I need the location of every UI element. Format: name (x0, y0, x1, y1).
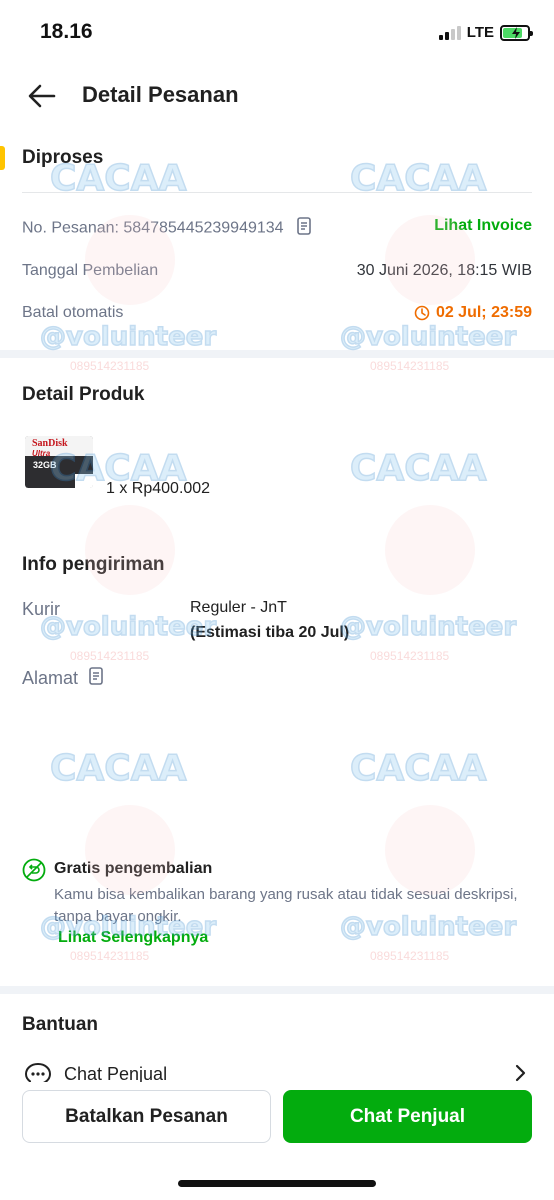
home-indicator[interactable] (178, 1180, 376, 1187)
auto-cancel-label: Batal otomatis (22, 304, 124, 321)
copy-icon[interactable] (88, 667, 104, 690)
status-bar: 18.16 LTE (0, 0, 554, 64)
order-number-text: No. Pesanan: 584785445239949134 (22, 219, 284, 237)
order-number-row: No. Pesanan: 584785445239949134 (22, 217, 312, 240)
product-brand-text: SanDisk (32, 438, 68, 449)
network-type: LTE (466, 24, 494, 41)
courier-label: Kurir (22, 599, 61, 619)
svg-text:CACAA: CACAA (50, 748, 187, 789)
order-status-title: Diproses (22, 147, 104, 168)
svg-text:CACAA: CACAA (350, 448, 487, 489)
divider (22, 192, 532, 193)
watermark: CACAA @voluinteer 089514231185 (339, 447, 517, 663)
chat-seller-button[interactable]: Chat Penjual (283, 1090, 532, 1143)
svg-text:089514231185: 089514231185 (370, 949, 450, 963)
address-label: Alamat (22, 668, 79, 688)
purchase-date-value: 30 Juni 2026, 18:15 WIB (356, 262, 532, 279)
bottom-action-bar: Batalkan Pesanan Chat Penjual (0, 1082, 554, 1200)
product-qty-price: 1 x Rp400.002 (106, 480, 211, 497)
clock-icon (414, 305, 430, 321)
page-header: Detail Pesanan (0, 70, 554, 120)
arrow-left-icon (28, 84, 56, 108)
invoice-link[interactable]: Lihat Invoice (434, 217, 532, 235)
battery-icon (500, 24, 533, 41)
back-button[interactable] (24, 78, 60, 114)
see-more-link[interactable]: Lihat Selengkapnya (58, 929, 208, 947)
address-row: Alamat (22, 667, 104, 690)
auto-cancel-value-row: 02 Jul; 23:59 (414, 304, 532, 322)
cancel-order-button[interactable]: Batalkan Pesanan (22, 1090, 271, 1143)
status-indicators: LTE (438, 24, 533, 41)
chevron-right-icon (515, 1064, 526, 1082)
free-return-description: Kamu bisa kembalikan barang yang rusak a… (54, 886, 518, 925)
svg-text:@voluinteer: @voluinteer (340, 322, 516, 352)
svg-text:089514231185: 089514231185 (370, 359, 450, 373)
svg-text:089514231185: 089514231185 (70, 359, 150, 373)
delivery-estimate: (Estimasi tiba 20 Jul) (190, 624, 350, 641)
help-section-title: Bantuan (22, 1014, 98, 1035)
status-accent-bar (0, 146, 5, 170)
product-capacity-text: 32GB (33, 460, 57, 470)
auto-cancel-value: 02 Jul; 23:59 (435, 304, 532, 321)
copy-icon[interactable] (296, 217, 312, 240)
section-divider (0, 986, 554, 994)
svg-text:@voluinteer: @voluinteer (340, 612, 516, 642)
signal-icon (438, 25, 461, 40)
product-line-text: Ultra (32, 449, 51, 458)
shipping-section-title: Info pengiriman (22, 554, 165, 575)
page-title: Detail Pesanan (82, 82, 239, 107)
product-section-title: Detail Produk (22, 384, 145, 405)
purchase-date-label: Tanggal Pembelian (22, 262, 159, 279)
svg-text:089514231185: 089514231185 (70, 949, 150, 963)
free-return-title: Gratis pengembalian (54, 860, 213, 877)
section-divider (0, 350, 554, 358)
courier-value: Reguler - JnT (190, 599, 287, 616)
status-time: 18.16 (40, 20, 93, 43)
product-image[interactable]: SanDisk Ultra 32GB (25, 436, 93, 488)
watermark: CACAA @voluinteer 089514231185 (339, 747, 517, 963)
svg-text:089514231185: 089514231185 (70, 649, 150, 663)
svg-text:CACAA: CACAA (350, 748, 487, 789)
svg-text:@voluinteer: @voluinteer (40, 322, 216, 352)
svg-text:089514231185: 089514231185 (370, 649, 450, 663)
free-return-icon (22, 858, 46, 882)
